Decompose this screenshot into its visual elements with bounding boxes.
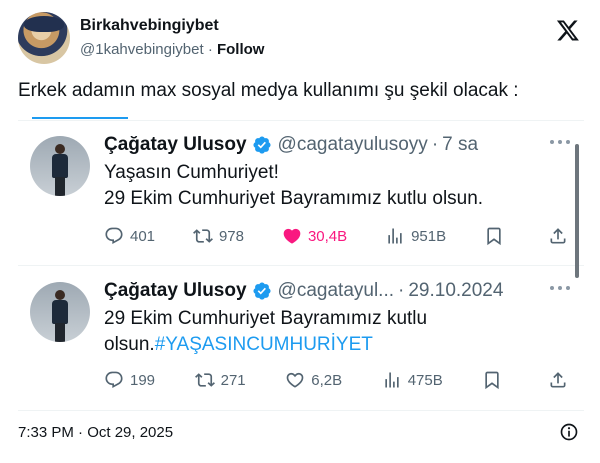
divider: [18, 120, 584, 121]
retweet-icon: [193, 229, 213, 243]
tweet-time[interactable]: 29.10.2024: [408, 280, 503, 302]
hashtag-link[interactable]: #YAŞASINCUMHURİYET: [155, 334, 373, 355]
post-text: Erkek adamın max sosyal medya kullanımı …: [18, 80, 519, 101]
tweet-handle[interactable]: @cagatayul...: [278, 280, 394, 302]
tweet-avatar[interactable]: [30, 282, 90, 342]
like-button[interactable]: 6,2B: [285, 370, 342, 390]
heart-icon: [283, 228, 301, 244]
embedded-tweet[interactable]: Çağatay Ulusoy @cagatayul... · 29.10.202…: [18, 268, 584, 408]
views-button[interactable]: 951B: [385, 226, 446, 246]
views-icon: [385, 372, 399, 388]
scrollbar[interactable]: [575, 144, 579, 278]
tweet-time[interactable]: 7 sa: [442, 134, 478, 156]
post-timestamp[interactable]: 7:33 PM · Oct 29, 2025: [18, 424, 173, 441]
tweet-handle[interactable]: @cagatayulusoyy: [278, 134, 428, 156]
views-button[interactable]: 475B: [382, 370, 443, 390]
verified-badge-icon: [253, 282, 271, 300]
share-icon: [550, 228, 566, 244]
views-icon: [388, 228, 402, 244]
tweet-header: Çağatay Ulusoy @cagatayulusoyy · 7 sa: [104, 134, 478, 156]
tweet-text-line: 29 Ekim Cumhuriyet Bayramımız kutlu olsu…: [104, 188, 484, 209]
author-handle-row: @1kahvebingiybet · Follow: [80, 41, 264, 58]
tweet-text-line: 29 Ekim Cumhuriyet Bayramımız kutlu: [104, 308, 428, 329]
like-count: 30,4B: [307, 227, 348, 245]
embedded-tweet[interactable]: Çağatay Ulusoy @cagatayulusoyy · 7 sa Ya…: [18, 122, 584, 264]
author-info: Birkahvebingiybet @1kahvebingiybet · Fol…: [80, 17, 264, 58]
like-button[interactable]: 30,4B: [282, 226, 347, 246]
more-options-icon[interactable]: [550, 140, 570, 146]
tweet-text-line: Yaşasın Cumhuriyet!: [104, 162, 279, 183]
divider: [18, 410, 584, 411]
more-options-icon[interactable]: [550, 286, 570, 292]
bookmark-button[interactable]: [484, 226, 510, 246]
bookmark-button[interactable]: [482, 370, 508, 390]
tweet-header: Çağatay Ulusoy @cagatayul... · 29.10.202…: [104, 280, 503, 302]
author-handle[interactable]: @1kahvebingiybet: [80, 41, 204, 58]
tweet-avatar[interactable]: [30, 136, 90, 196]
retweet-count: 271: [220, 371, 246, 389]
info-icon[interactable]: [559, 422, 579, 442]
share-button[interactable]: [548, 226, 574, 246]
tweet-text: 29 Ekim Cumhuriyet Bayramımız kutlu olsu…: [104, 306, 554, 358]
verified-badge-icon: [253, 136, 271, 154]
bookmark-icon: [485, 371, 500, 390]
follow-link[interactable]: Follow: [217, 41, 265, 58]
share-icon: [550, 372, 566, 388]
divider: [18, 265, 584, 266]
post-header: Birkahvebingiybet @1kahvebingiybet · Fol…: [18, 12, 584, 68]
share-button[interactable]: [548, 370, 574, 390]
bookmark-icon: [487, 227, 501, 246]
tweet-text-line: olsun.#YAŞASINCUMHURİYET: [104, 332, 554, 358]
retweet-count: 978: [218, 227, 244, 245]
separator-dot: ·: [207, 41, 213, 58]
like-count: 6,2B: [311, 371, 343, 389]
views-count: 475B: [407, 371, 443, 389]
retweet-button[interactable]: 978: [193, 226, 244, 246]
tweet-text: Yaşasın Cumhuriyet! 29 Ekim Cumhuriyet B…: [104, 160, 554, 212]
reply-icon: [105, 371, 123, 389]
reply-count: 401: [130, 227, 156, 245]
tweet-author-name[interactable]: Çağatay Ulusoy: [104, 280, 247, 302]
tweet-actions: 199 271 6,2B 475B: [104, 368, 574, 392]
tweet-text-fragment: olsun.: [104, 334, 155, 355]
retweet-icon: [194, 373, 215, 387]
reply-button[interactable]: 199: [104, 370, 155, 390]
x-logo-icon[interactable]: [556, 18, 580, 42]
active-indicator: [32, 117, 128, 119]
reply-icon: [105, 227, 123, 245]
separator-dot: ·: [431, 134, 439, 155]
reply-count: 199: [130, 371, 156, 389]
author-avatar[interactable]: [18, 12, 70, 64]
tweet-author-name[interactable]: Çağatay Ulusoy: [104, 134, 247, 156]
views-count: 951B: [411, 227, 447, 245]
retweet-button[interactable]: 271: [194, 370, 246, 390]
heart-icon: [286, 372, 304, 388]
separator-dot: ·: [398, 280, 405, 301]
author-display-name[interactable]: Birkahvebingiybet: [80, 17, 264, 35]
tweet-actions: 401 978 30,4B 951B: [104, 224, 574, 248]
reply-button[interactable]: 401: [104, 226, 155, 246]
